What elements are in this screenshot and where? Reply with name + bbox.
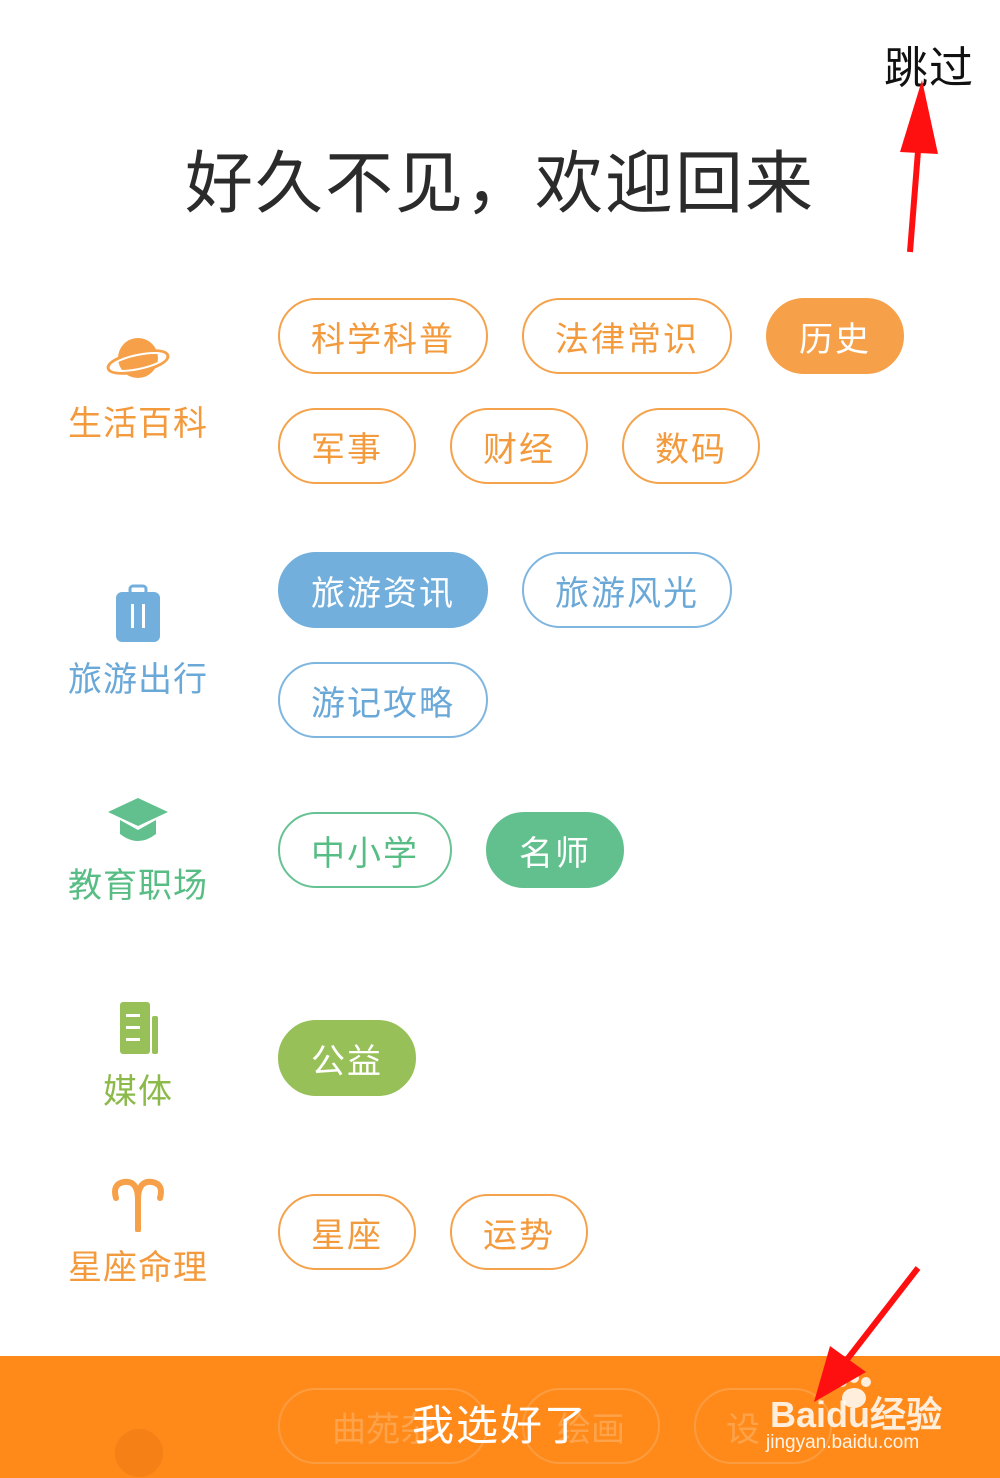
arrow-to-confirm-icon (814, 1266, 921, 1402)
arrow-to-skip-icon (900, 80, 938, 253)
annotation-arrows (814, 80, 938, 1402)
